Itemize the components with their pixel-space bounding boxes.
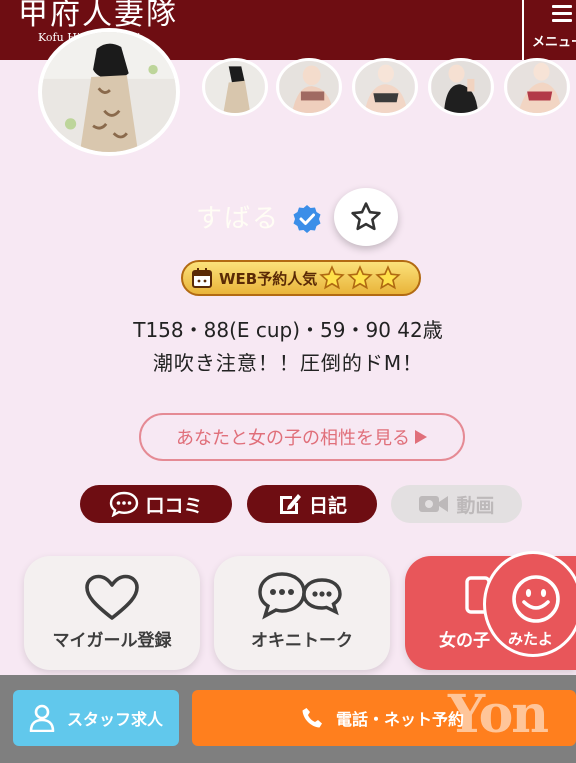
thumbnail-image	[279, 61, 339, 113]
badge-label: WEB予約人気	[219, 269, 318, 288]
my-girl-register-card[interactable]: マイガール登録	[24, 556, 200, 670]
heart-icon	[85, 574, 139, 620]
rating-star-icon	[319, 265, 345, 290]
edit-icon	[279, 494, 301, 514]
main-profile-photo[interactable]	[38, 28, 180, 156]
compatibility-label: あなたと女の子の相性を見る	[176, 428, 410, 449]
reviews-label: 口コミ	[145, 494, 203, 517]
diary-button[interactable]: 日記	[247, 485, 377, 523]
thumbnail-image	[205, 61, 265, 113]
logo-title: 甲府人妻隊	[18, 0, 178, 32]
okini-talk-label: オキニトーク	[251, 631, 353, 651]
play-arrow-icon	[415, 430, 427, 444]
phone-label: 電話・ネット予約	[336, 710, 465, 729]
gallery-thumbnail[interactable]	[202, 58, 268, 116]
chat-bubbles-icon	[258, 572, 342, 620]
speech-bubble-icon	[110, 491, 139, 517]
gallery-thumbnail[interactable]	[352, 58, 418, 116]
thumbnail-image	[355, 61, 415, 113]
profile-photo-image	[42, 32, 176, 152]
reviews-button[interactable]: 口コミ	[80, 485, 232, 523]
body-specs: T158・88(E cup)・59・90 42歳	[133, 318, 443, 342]
thumbnail-image	[507, 61, 567, 113]
menu-label: メニュー	[532, 35, 576, 50]
my-girl-label: マイガール登録	[52, 631, 172, 651]
staff-recruit-button[interactable]: スタッフ求人	[13, 690, 179, 746]
calendar-icon	[192, 268, 212, 288]
gallery-thumbnail[interactable]	[428, 58, 494, 116]
mitayo-button[interactable]: みたよ	[483, 551, 576, 657]
hamburger-icon	[552, 5, 572, 26]
phone-icon	[302, 708, 322, 728]
diary-label: 日記	[308, 494, 347, 517]
girl-name: すばる	[196, 204, 281, 234]
person-icon	[29, 704, 55, 732]
okini-talk-card[interactable]: オキニトーク	[214, 556, 390, 670]
smiley-icon	[512, 575, 560, 623]
video-label: 動画	[456, 494, 495, 517]
rating-star-icon	[375, 265, 401, 290]
mitayo-label: みたよ	[508, 630, 554, 648]
video-camera-icon	[419, 496, 449, 512]
catchphrase: 潮吹き注意！！圧倒的ドM！	[152, 351, 424, 375]
web-reservation-popularity-badge: WEB予約人気	[181, 260, 421, 296]
gallery-thumbnail[interactable]	[504, 58, 570, 116]
watermark-logo: Yon	[448, 684, 549, 745]
rating-star-icon	[347, 265, 373, 290]
star-outline-icon	[351, 202, 381, 231]
compatibility-button[interactable]: あなたと女の子の相性を見る	[139, 413, 465, 461]
menu-button[interactable]: メニュー	[522, 0, 576, 60]
video-button: 動画	[391, 485, 522, 523]
gallery-thumbnail[interactable]	[276, 58, 342, 116]
favorite-button[interactable]	[334, 188, 398, 246]
staff-label: スタッフ求人	[67, 710, 164, 729]
verified-badge-icon	[293, 205, 321, 233]
thumbnail-image	[431, 61, 491, 113]
